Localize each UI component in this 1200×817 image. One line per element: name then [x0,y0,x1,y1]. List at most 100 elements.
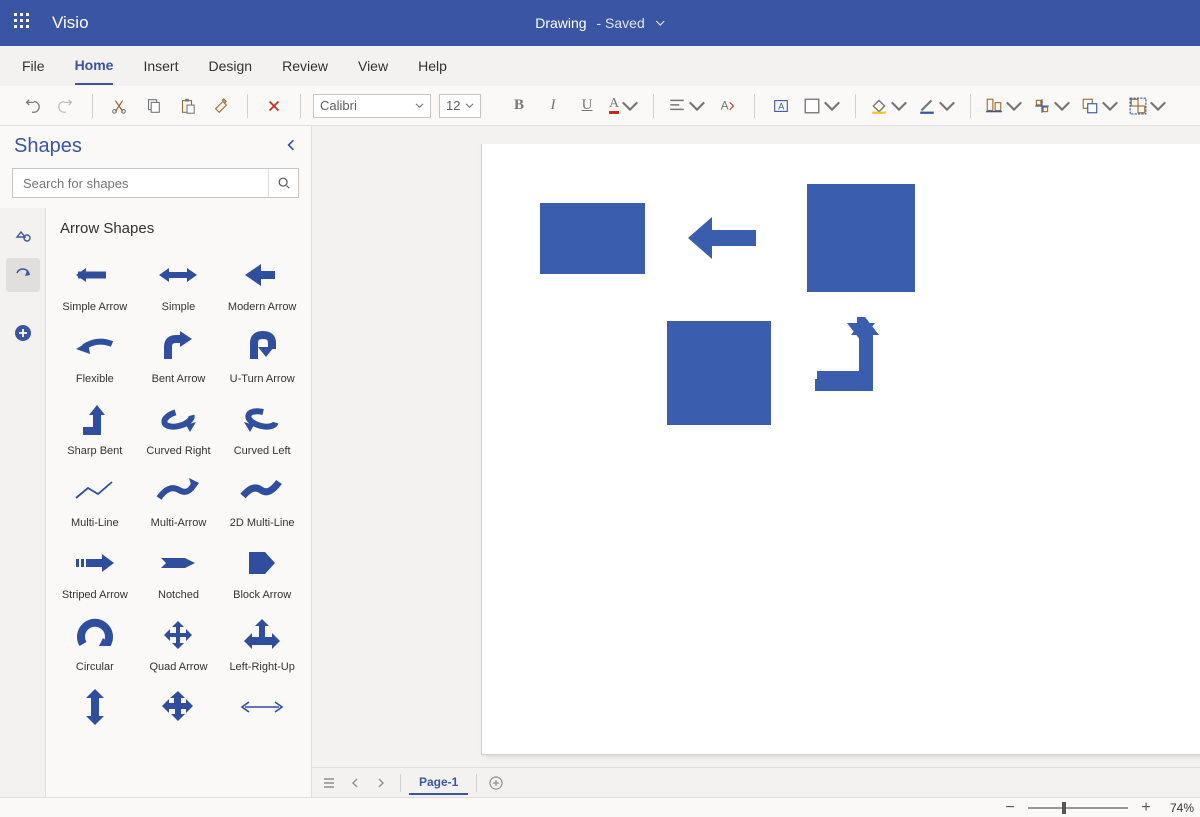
line-color-button[interactable] [916,92,958,120]
distribute-button[interactable] [1031,92,1073,120]
search-button[interactable] [268,169,298,197]
fill-bucket-button[interactable] [868,92,910,120]
menu-home[interactable]: Home [75,47,114,85]
undo-button[interactable] [18,92,46,120]
chevron-down-icon [465,101,474,110]
menu-view[interactable]: View [358,48,388,84]
shape-multi-line[interactable]: Multi-Line [54,463,136,533]
app-launcher-icon[interactable] [14,13,30,34]
next-page-button[interactable] [370,772,392,794]
copy-button[interactable] [139,92,167,120]
zoom-in-button[interactable]: + [1138,800,1154,816]
separator [855,94,856,118]
clear-format-button[interactable]: A [714,92,742,120]
shapes-search-input[interactable] [13,169,268,197]
chevron-down-icon [1101,97,1119,115]
arrange-button[interactable] [1079,92,1121,120]
rail-arrow-shapes[interactable] [6,258,40,292]
shape-striped-arrow[interactable]: Striped Arrow [54,535,136,605]
shapes-panel: Shapes Arrow Shapes Simple Arrow Simple [0,126,312,797]
zoom-slider-thumb[interactable] [1062,802,1066,814]
menu-design[interactable]: Design [208,48,252,84]
separator [970,94,971,118]
menu-review[interactable]: Review [282,48,328,84]
chevron-down-icon [688,97,706,115]
shape-2d-multi-line[interactable]: 2D Multi-Line [221,463,303,533]
shape-notched[interactable]: Notched [138,535,220,605]
bold-button[interactable]: B [505,92,533,120]
page-tab-1[interactable]: Page-1 [409,771,468,795]
shape-fill-button[interactable] [801,92,843,120]
chevron-down-icon [1053,97,1071,115]
shape-multi-arrow[interactable]: Multi-Arrow [138,463,220,533]
italic-button[interactable]: I [539,92,567,120]
font-size-value: 12 [446,98,460,113]
chevron-down-icon [890,97,908,115]
shape-quad-arrow-2[interactable] [138,679,220,737]
shape-uturn-arrow[interactable]: U-Turn Arrow [221,319,303,389]
shapes-category-title: Arrow Shapes [54,212,303,247]
font-name-combo[interactable]: Calibri [313,94,431,118]
shape-curved-right[interactable]: Curved Right [138,391,220,461]
font-size-combo[interactable]: 12 [439,94,481,118]
canvas-shape-sharp-bent-arrow[interactable] [811,317,889,393]
collapse-panel-button[interactable] [285,138,297,156]
redo-button[interactable] [52,92,80,120]
canvas-shape-rect-1[interactable] [540,203,645,274]
canvas-shape-left-arrow[interactable] [684,209,762,267]
menu-insert[interactable]: Insert [143,48,178,84]
add-page-button[interactable] [485,772,507,794]
app-name: Visio [52,13,89,33]
shape-curved-left[interactable]: Curved Left [221,391,303,461]
group-button[interactable] [1127,92,1169,120]
shape-quad-arrow[interactable]: Quad Arrow [138,607,220,677]
separator [476,774,477,792]
textbox-button[interactable]: A [767,92,795,120]
canvas-shape-rect-3[interactable] [667,321,771,425]
shape-simple-arrow[interactable]: Simple Arrow [54,247,136,317]
canvas-shape-rect-2[interactable] [807,184,915,292]
chevron-down-icon [1149,97,1167,115]
drawing-page[interactable] [482,144,1200,754]
document-name: Drawing [535,15,586,31]
cut-button[interactable] [105,92,133,120]
shape-simple[interactable]: Simple [138,247,220,317]
shape-modern-arrow[interactable]: Modern Arrow [221,247,303,317]
underline-button[interactable]: U [573,92,601,120]
chevron-down-icon [655,15,665,31]
format-painter-button[interactable] [207,92,235,120]
shape-left-right-up[interactable]: Left-Right-Up [221,607,303,677]
separator [400,774,401,792]
zoom-slider[interactable] [1028,807,1128,809]
rail-basic-shapes[interactable] [6,218,40,252]
chevron-down-icon [823,97,841,115]
shape-bent-arrow[interactable]: Bent Arrow [138,319,220,389]
delete-button[interactable] [260,92,288,120]
font-color-button[interactable]: A [607,92,641,120]
menu-file[interactable]: File [22,48,45,84]
shape-up-down[interactable] [54,679,136,737]
font-name-value: Calibri [320,98,357,113]
rail-add-stencil[interactable] [6,316,40,350]
align-button[interactable] [666,92,708,120]
canvas-area[interactable] [312,126,1200,797]
shape-block-arrow[interactable]: Block Arrow [221,535,303,605]
prev-page-button[interactable] [344,772,366,794]
zoom-percent[interactable]: 74% [1164,801,1194,815]
shape-circular[interactable]: Circular [54,607,136,677]
shape-double-arrow-thin[interactable] [221,679,303,737]
document-title-button[interactable]: Drawing - Saved [535,15,665,31]
separator [247,94,248,118]
shape-sharp-bent[interactable]: Sharp Bent [54,391,136,461]
ribbon-toolbar: Calibri 12 B I U A A A [0,86,1200,126]
chevron-down-icon [415,101,424,110]
shape-flexible[interactable]: Flexible [54,319,136,389]
page-list-button[interactable] [318,772,340,794]
menu-help[interactable]: Help [418,48,447,84]
shapes-list: Arrow Shapes Simple Arrow Simple Modern … [46,208,311,797]
paste-button[interactable] [173,92,201,120]
document-status: Saved [605,15,645,31]
align-shapes-button[interactable] [983,92,1025,120]
chevron-down-icon [938,97,956,115]
zoom-out-button[interactable]: − [1002,800,1018,816]
